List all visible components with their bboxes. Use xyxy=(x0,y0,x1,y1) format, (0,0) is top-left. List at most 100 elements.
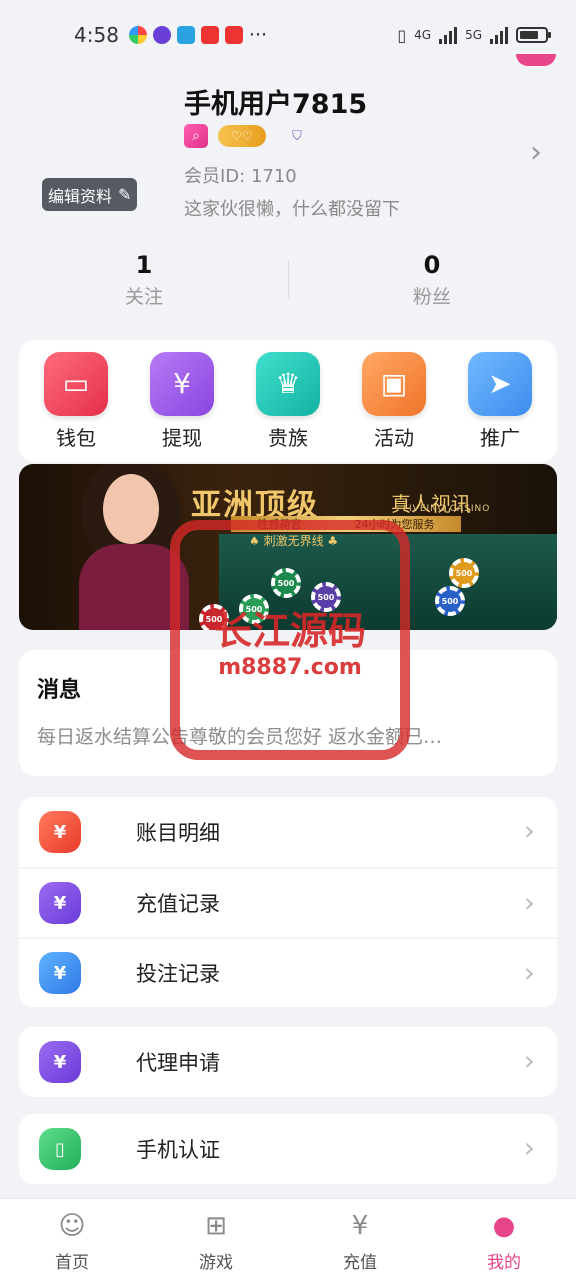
quick-promote[interactable]: ➤ 推广 xyxy=(455,351,545,451)
coins-icon: ¥ xyxy=(39,952,81,994)
records-menu: ¥ 账目明细 › ¥ 充值记录 › ¥ 投注记录 › xyxy=(19,797,557,1007)
quick-nobility-label: 贵族 xyxy=(268,425,308,450)
app-notification-icon xyxy=(128,26,147,44)
banner-strip: 性感荷官 24小时为您服务 xyxy=(231,516,461,532)
menu-agent-apply-label: 代理申请 xyxy=(136,1051,220,1075)
vip-badge-icon: ♡♡ xyxy=(218,125,266,147)
status-time: 4:58 xyxy=(74,23,119,47)
edit-profile-label: 编辑资料 xyxy=(48,186,113,206)
signal-icon xyxy=(490,26,508,44)
status-bar: 4:58 ··· ▯ 4G 5G xyxy=(0,0,576,70)
tab-games-label: 游戏 xyxy=(199,1253,233,1273)
menu-phone-verify[interactable]: ▯ 手机认证 › xyxy=(19,1114,557,1184)
quick-activity-label: 活动 xyxy=(374,425,414,450)
network-label-2: 5G xyxy=(465,28,482,42)
stat-followers[interactable]: 0 粉丝 xyxy=(288,248,576,318)
casino-chip: 500 xyxy=(271,568,301,598)
person-icon: ● xyxy=(492,1211,516,1241)
network-label-1: 4G xyxy=(414,28,432,42)
menu-bet-records[interactable]: ¥ 投注记录 › xyxy=(19,937,557,1007)
messages-card[interactable]: 消息 每日返水结算公告尊敬的会员您好 返水金额已… xyxy=(19,650,557,776)
quick-wallet-label: 钱包 xyxy=(56,425,96,450)
verify-menu: ▯ 手机认证 › xyxy=(19,1114,557,1184)
chevron-right-icon: › xyxy=(523,1044,535,1077)
tab-recharge-label: 充值 xyxy=(343,1253,377,1273)
gift-icon: ▣ xyxy=(362,351,426,416)
yuan-circle-icon: ¥ xyxy=(351,1211,369,1241)
tab-recharge[interactable]: ¥ 充值 xyxy=(288,1199,432,1280)
messages-preview: 每日返水结算公告尊敬的会员您好 返水金额已… xyxy=(37,726,443,748)
followers-count: 0 xyxy=(423,251,441,279)
chevron-right-icon[interactable]: › xyxy=(530,135,542,170)
username: 手机用户7815 xyxy=(184,89,368,120)
chevron-right-icon: › xyxy=(523,956,535,989)
profile-header[interactable]: 手机用户7815 ⌕ ♡♡ ⛉ 会员ID: 1710 这家伙很懒，什么都没留下 … xyxy=(0,80,576,230)
casino-chip: 500 xyxy=(239,594,269,624)
search-badge-icon: ⌕ xyxy=(184,124,208,148)
tab-mine[interactable]: ● 我的 xyxy=(432,1199,576,1280)
quick-promote-label: 推广 xyxy=(480,425,520,450)
menu-agent-apply[interactable]: ¥ 代理申请 › xyxy=(19,1027,557,1097)
phone-icon: ▯ xyxy=(39,1128,81,1170)
casino-chip: 500 xyxy=(435,586,465,616)
casino-banner[interactable]: 亚洲顶级 真人视讯 LIVEING CASINO 性感荷官 24小时为您服务 ♠… xyxy=(19,464,557,630)
menu-phone-verify-label: 手机认证 xyxy=(136,1138,220,1162)
banner-strip-left: 性感荷官 xyxy=(257,518,302,531)
tab-home[interactable]: ☺ 首页 xyxy=(0,1199,144,1280)
money-bag-icon: ¥ xyxy=(150,351,214,416)
tab-mine-label: 我的 xyxy=(487,1253,521,1273)
avatar-edge xyxy=(516,54,556,66)
quick-activity[interactable]: ▣ 活动 xyxy=(349,351,439,451)
menu-account-details[interactable]: ¥ 账目明细 › xyxy=(19,797,557,867)
battery-icon xyxy=(516,27,551,43)
badge-row: ⌕ ♡♡ ⛉ xyxy=(184,124,308,148)
quick-withdraw[interactable]: ¥ 提现 xyxy=(137,351,227,451)
huawei-icon xyxy=(224,26,243,44)
bottom-tab-bar: ☺ 首页 ⊞ 游戏 ¥ 充值 ● 我的 xyxy=(0,1198,576,1280)
casino-chip: 500 xyxy=(199,604,229,630)
home-girl-icon: ☺ xyxy=(58,1211,86,1241)
telegram-icon xyxy=(176,26,195,44)
banner-model-dress xyxy=(79,544,189,630)
following-label: 关注 xyxy=(124,286,163,308)
quick-actions: ▭ 钱包 ¥ 提现 ♛ 贵族 ▣ 活动 ➤ 推广 xyxy=(19,340,557,462)
stat-following[interactable]: 1 关注 xyxy=(0,248,288,318)
signal-icon xyxy=(439,26,458,44)
tab-home-label: 首页 xyxy=(55,1253,89,1273)
chevron-right-icon: › xyxy=(523,886,535,919)
recharge-bag-icon: ¥ xyxy=(39,882,81,924)
quick-nobility[interactable]: ♛ 贵族 xyxy=(243,351,333,451)
gamepad-icon: ⊞ xyxy=(205,1211,227,1241)
edit-icon: ✎ xyxy=(118,185,132,204)
menu-recharge-records[interactable]: ¥ 充值记录 › xyxy=(19,867,557,937)
edit-profile-button[interactable]: 编辑资料 ✎ xyxy=(42,178,138,211)
wallet-icon: ▭ xyxy=(44,351,108,416)
banner-model-face xyxy=(103,474,159,544)
more-notifications-icon: ··· xyxy=(248,24,268,46)
infinity-icon xyxy=(152,26,171,44)
stats-row: 1 关注 0 粉丝 xyxy=(0,248,576,318)
crown-icon: ♛ xyxy=(256,351,320,416)
quick-withdraw-label: 提现 xyxy=(162,425,202,450)
tab-games[interactable]: ⊞ 游戏 xyxy=(144,1199,288,1280)
menu-recharge-records-label: 充值记录 xyxy=(136,892,220,916)
agent-bag-icon: ¥ xyxy=(39,1041,81,1083)
chevron-right-icon: › xyxy=(523,814,535,847)
ledger-icon: ¥ xyxy=(39,811,81,853)
stats-divider xyxy=(288,260,289,298)
casino-chip: 500 xyxy=(449,558,479,588)
casino-chip: 500 xyxy=(311,582,341,612)
banner-slogan: ♠ 刺激无界线 ♣ xyxy=(249,534,339,548)
agent-menu: ¥ 代理申请 › xyxy=(19,1027,557,1097)
quick-wallet[interactable]: ▭ 钱包 xyxy=(31,351,121,451)
banner-strip-right: 24小时为您服务 xyxy=(354,518,435,531)
banner-english: LIVEING CASINO xyxy=(403,504,491,514)
menu-account-details-label: 账目明细 xyxy=(136,821,220,845)
followers-label: 粉丝 xyxy=(412,286,451,308)
chevron-right-icon: › xyxy=(523,1131,535,1164)
paper-plane-icon: ➤ xyxy=(468,351,532,416)
huawei-icon xyxy=(200,26,219,44)
bio: 这家伙很懒，什么都没留下 xyxy=(184,199,400,220)
menu-bet-records-label: 投注记录 xyxy=(136,962,220,986)
messages-title: 消息 xyxy=(37,678,82,703)
